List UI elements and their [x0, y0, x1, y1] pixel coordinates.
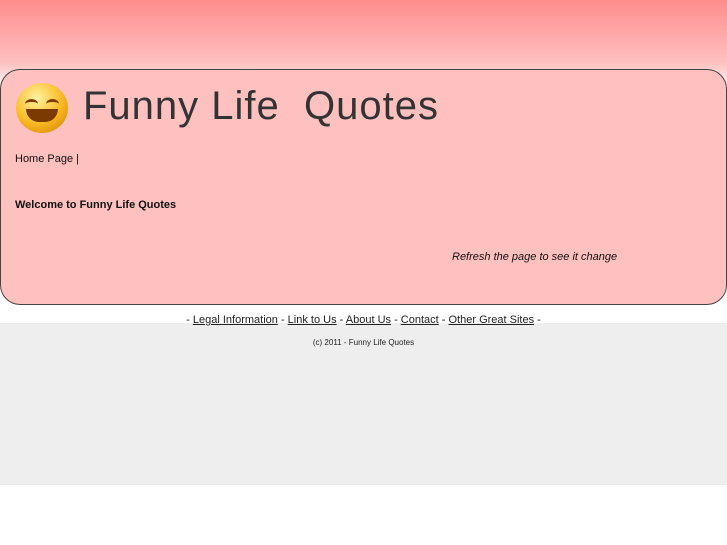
link-to-us-link[interactable]: Link to Us [288, 314, 337, 326]
legal-link[interactable]: Legal Information [193, 314, 278, 326]
copyright: (c) 2011 - Funny Life Quotes [312, 338, 415, 347]
content-box: Funny Life Quotes Home Page | Welcome to… [0, 69, 727, 305]
footer-links: - Legal Information - Link to Us - About… [186, 314, 541, 326]
contact-link[interactable]: Contact [401, 314, 439, 326]
site-title: Funny Life Quotes [83, 84, 439, 128]
nav-home-link[interactable]: Home Page | [15, 153, 79, 165]
refresh-hint: Refresh the page to see it change [452, 251, 618, 263]
smiley-face-icon [16, 83, 68, 133]
welcome-heading: Welcome to Funny Life Quotes [15, 199, 177, 211]
other-sites-link[interactable]: Other Great Sites [449, 314, 535, 326]
about-link[interactable]: About Us [346, 314, 391, 326]
footer-band [0, 323, 727, 485]
